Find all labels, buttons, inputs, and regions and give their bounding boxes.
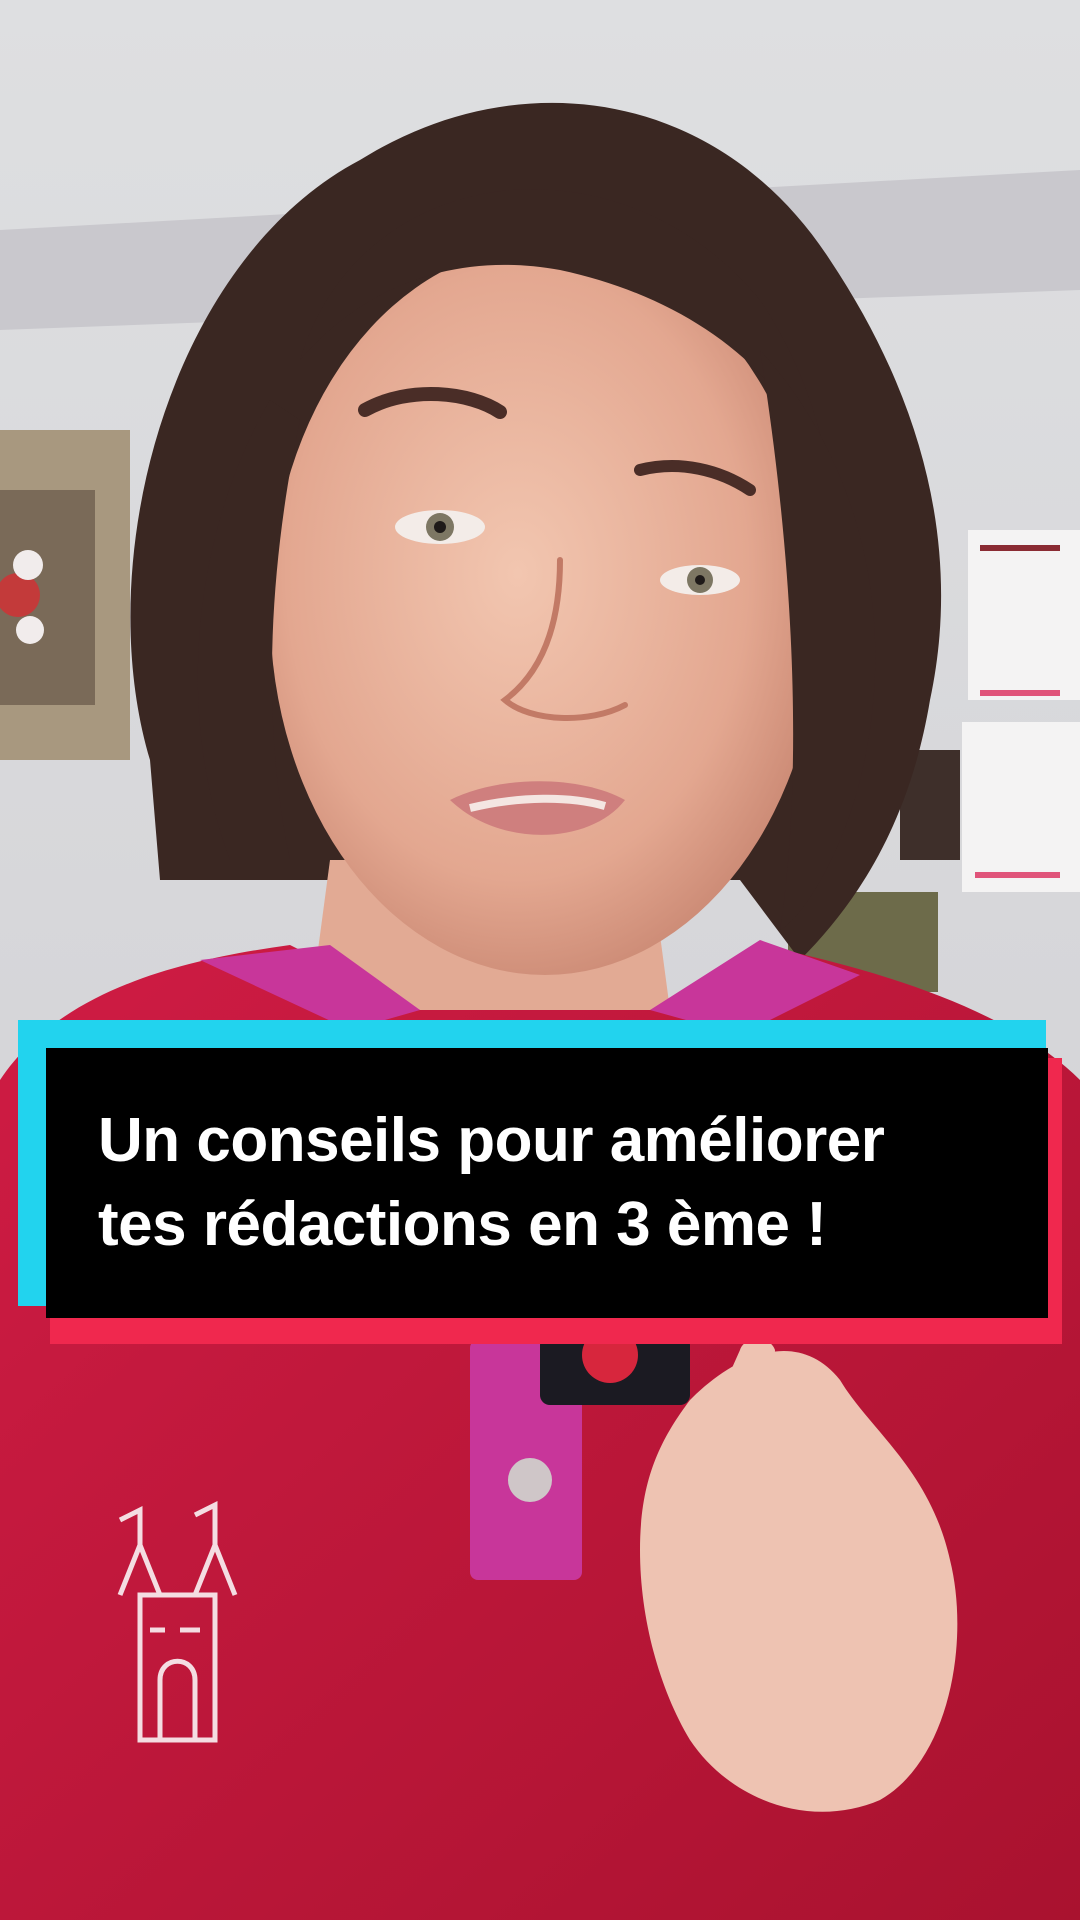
video-frame — [0, 0, 1080, 1920]
pin-badge — [540, 1327, 690, 1405]
framed-painting — [0, 430, 130, 760]
sweater-button — [508, 1458, 552, 1502]
face — [270, 245, 820, 975]
